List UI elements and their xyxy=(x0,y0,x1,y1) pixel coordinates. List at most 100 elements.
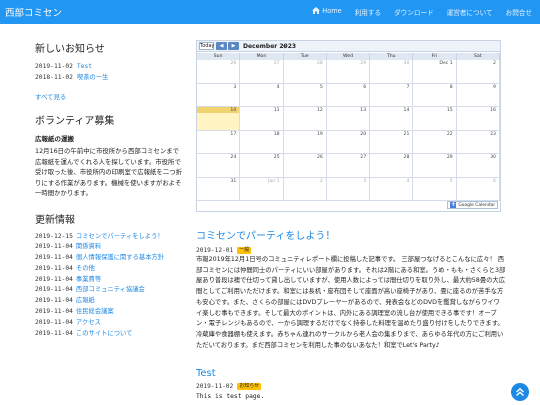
volunteer-title: 広報紙の運搬 xyxy=(35,135,74,143)
post-title[interactable]: Test xyxy=(196,368,506,379)
news-item: 2018-11-02 喫茶の一生 xyxy=(35,72,183,83)
calendar-day[interactable]: 29 xyxy=(413,154,457,177)
calendar-day[interactable]: Dec 1 xyxy=(413,60,457,83)
update-date: 2019-11-04 xyxy=(35,243,73,251)
post-title[interactable]: コミセンでパーティをしよう！ xyxy=(196,227,506,242)
site-title[interactable]: 西部コミセン xyxy=(5,5,62,19)
volunteer-heading: ボランティア募集 xyxy=(35,116,115,127)
update-link[interactable]: 住民総会議案 xyxy=(76,308,114,315)
chevron-left-icon[interactable]: ◀ xyxy=(216,42,227,50)
calendar-day[interactable]: 8 xyxy=(413,83,457,106)
calendar-day[interactable]: 9 xyxy=(457,83,500,106)
calendar-day-number: 4 xyxy=(406,178,410,184)
update-link[interactable]: コミセンでパーティをしよう！ xyxy=(76,233,164,240)
calendar-day[interactable]: 21 xyxy=(370,130,414,153)
calendar-day[interactable]: 6 xyxy=(327,83,371,106)
calendar-day[interactable]: 5 xyxy=(413,177,457,200)
update-link[interactable]: 関係資料 xyxy=(76,243,101,250)
calendar-day[interactable]: 28 xyxy=(370,154,414,177)
update-link[interactable]: 事業費等 xyxy=(76,276,101,283)
calendar-day[interactable]: 19 xyxy=(284,130,327,153)
calendar-today-button[interactable]: Today xyxy=(199,42,214,50)
nav-home-label: Home xyxy=(322,7,342,15)
calendar-day[interactable]: 13 xyxy=(327,107,371,130)
calendar-day[interactable]: 3 xyxy=(327,177,371,200)
calendar-day[interactable]: 2 xyxy=(457,60,500,83)
calendar-day-number: 12 xyxy=(316,108,323,113)
calendar-day[interactable]: 26 xyxy=(284,154,327,177)
scroll-top-button[interactable] xyxy=(511,383,529,401)
see-all-link[interactable]: すべて見る xyxy=(35,92,183,101)
calendar-day[interactable]: 30 xyxy=(370,60,414,83)
calendar-day[interactable]: 2 xyxy=(284,177,327,200)
nav-home[interactable]: Home xyxy=(312,7,342,17)
calendar-day[interactable]: 16 xyxy=(457,107,500,130)
nav-about[interactable]: 運営者について xyxy=(447,7,493,17)
update-date: 2019-11-04 xyxy=(35,254,73,262)
calendar-day[interactable]: 12 xyxy=(284,107,327,130)
calendar-day[interactable]: 30 xyxy=(457,154,500,177)
calendar-day[interactable]: 22 xyxy=(413,130,457,153)
calendar-day[interactable]: 26 xyxy=(197,60,241,83)
calendar-day[interactable]: 7 xyxy=(370,83,414,106)
calendar-day[interactable]: 11 xyxy=(240,107,284,130)
calendar-day[interactable]: Jan 1 xyxy=(240,177,284,200)
calendar-day[interactable]: 10 xyxy=(197,107,241,130)
calendar-day[interactable]: 17 xyxy=(197,130,241,153)
chevron-down-icon[interactable]: ▼ xyxy=(283,44,286,49)
news-link[interactable]: Test xyxy=(77,63,92,70)
calendar-day-number: 6 xyxy=(363,84,367,90)
weekday-label: Thu xyxy=(370,53,414,60)
nav-download[interactable]: ダウンロード xyxy=(394,7,434,17)
google-calendar-link[interactable]: + Google Calendar xyxy=(447,201,498,209)
calendar-day[interactable]: 14 xyxy=(370,107,414,130)
nav-use[interactable]: 利用する xyxy=(355,7,381,17)
nav-contact[interactable]: お問合せ xyxy=(506,7,532,17)
calendar-day[interactable]: 24 xyxy=(197,154,241,177)
calendar-day[interactable]: 23 xyxy=(457,130,500,153)
calendar-day[interactable]: 6 xyxy=(457,177,500,200)
calendar-day-number: 25 xyxy=(273,155,280,160)
calendar-weekday-header: Sun Mon Tue Wed Thu Fri Sat xyxy=(197,53,500,60)
calendar-day[interactable]: 27 xyxy=(327,154,371,177)
calendar-widget: Today ◀ ▶ December 2023 ▼ Sun Mon Tue Wed Th… xyxy=(196,40,501,212)
calendar-day[interactable]: 27 xyxy=(240,60,284,83)
update-link[interactable]: 個人情報保護に関する基本方針 xyxy=(76,254,164,261)
calendar-day[interactable]: 3 xyxy=(197,83,241,106)
update-link[interactable]: アクセス xyxy=(76,319,101,326)
calendar-day[interactable]: 20 xyxy=(327,130,371,153)
update-date: 2019-11-04 xyxy=(35,275,73,283)
weekday-label: Wed xyxy=(327,53,371,60)
update-link[interactable]: その他 xyxy=(76,265,95,272)
calendar-week: 17 18 19 20 21 22 23 xyxy=(197,130,500,154)
update-item: 2019-11-04 住民総会議案 xyxy=(35,307,183,318)
calendar-day[interactable]: 5 xyxy=(284,83,327,106)
calendar-day[interactable]: 25 xyxy=(240,154,284,177)
calendar-day-number: 20 xyxy=(360,131,367,137)
calendar-week: 26 27 28 29 30 Dec 1 2 xyxy=(197,60,500,84)
news-link[interactable]: 喫茶の一生 xyxy=(77,74,108,81)
weekday-label: Mon xyxy=(240,53,284,60)
calendar-day-number: Jan 1 xyxy=(268,178,280,184)
calendar-day[interactable]: 28 xyxy=(284,60,327,83)
category-badge[interactable]: お知らせ xyxy=(237,383,262,390)
chevron-right-icon[interactable]: ▶ xyxy=(228,42,239,50)
calendar-day-number: 27 xyxy=(273,61,280,66)
calendar-day[interactable]: 18 xyxy=(240,130,284,153)
update-item: 2019-11-04 その他 xyxy=(35,264,183,275)
update-link[interactable]: 西部コミュニティ協議会 xyxy=(76,286,145,293)
category-badge[interactable]: 一般 xyxy=(237,247,252,254)
updates-heading: 更新情報 xyxy=(35,214,75,226)
update-item: 2019-11-04 広報紙 xyxy=(35,296,183,307)
calendar-week: 31 Jan 1 2 3 4 5 6 xyxy=(197,177,500,201)
calendar-day[interactable]: 31 xyxy=(197,177,241,200)
double-chevron-up-icon xyxy=(516,387,524,397)
calendar-day[interactable]: 15 xyxy=(413,107,457,130)
calendar-day[interactable]: 29 xyxy=(327,60,371,83)
news-date: 2019-11-02 xyxy=(35,63,73,70)
calendar-day[interactable]: 4 xyxy=(240,83,284,106)
calendar-day[interactable]: 4 xyxy=(370,177,414,200)
calendar-day-number: 27 xyxy=(360,155,367,160)
update-link[interactable]: このサイトについて xyxy=(76,330,132,337)
update-link[interactable]: 広報紙 xyxy=(76,297,95,304)
